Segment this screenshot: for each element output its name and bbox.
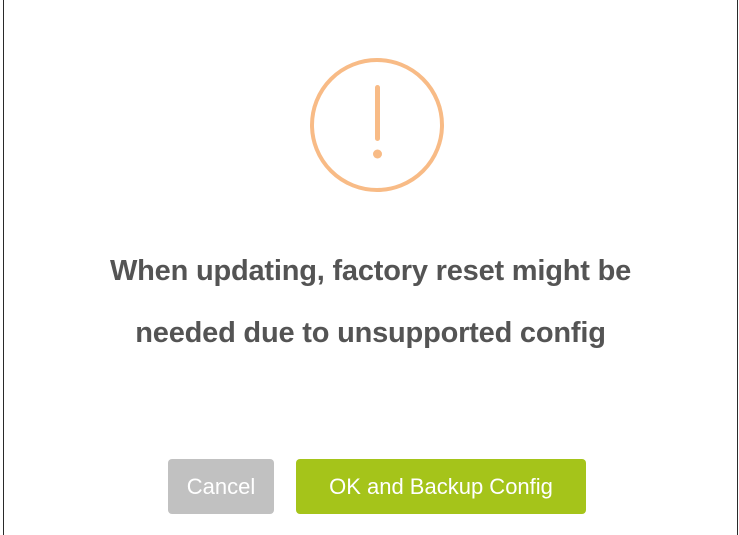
dialog-message-line-1: When updating, factory reset might be (109, 255, 632, 287)
dialog-message-line-2: needed due to unsupported config (135, 317, 606, 349)
screen: When updating, factory reset might be ne… (0, 0, 739, 535)
ok-and-backup-config-button[interactable]: OK and Backup Config (296, 459, 586, 514)
confirm-dialog: When updating, factory reset might be ne… (3, 0, 738, 535)
dialog-message: When updating, factory reset might be ne… (44, 240, 697, 364)
exclamation-circle-icon (310, 58, 444, 192)
cancel-button[interactable]: Cancel (168, 459, 274, 514)
